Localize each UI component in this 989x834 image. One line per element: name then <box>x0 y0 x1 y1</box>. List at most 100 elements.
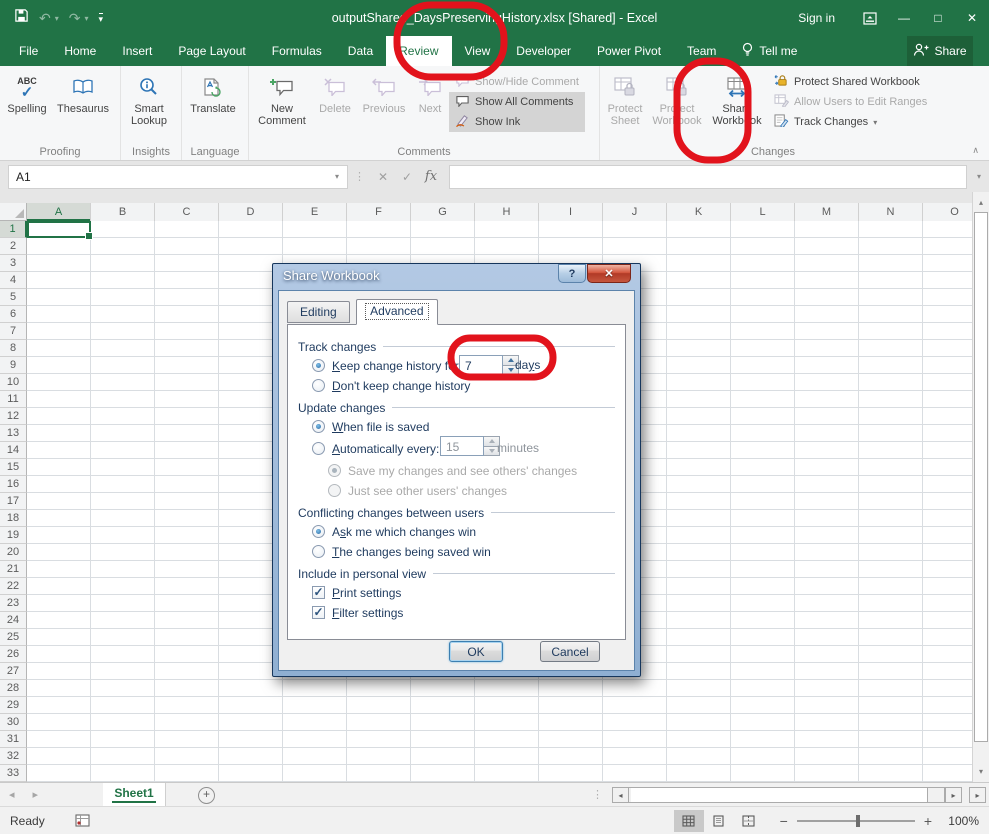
share-workbook-button[interactable]: Share Workbook <box>706 69 768 127</box>
tab-view[interactable]: View <box>452 36 504 66</box>
row-header-11[interactable]: 11 <box>0 391 27 408</box>
column-header-l[interactable]: L <box>731 203 795 221</box>
tab-file[interactable]: File <box>6 36 51 66</box>
radio-dont-keep-history[interactable]: Don't keep change history <box>312 377 615 394</box>
scroll-right-icon[interactable]: ▸ <box>945 787 962 803</box>
customize-qat-icon[interactable]: ▾ <box>99 13 104 23</box>
radio-icon-when[interactable] <box>312 420 325 433</box>
tab-data[interactable]: Data <box>335 36 386 66</box>
radio-icon-dont[interactable] <box>312 379 325 392</box>
enter-entry-icon[interactable]: ✓ <box>395 170 419 184</box>
radio-automatically-every[interactable]: Automatically every: 15 minutes <box>312 438 615 459</box>
zoom-out-icon[interactable]: − <box>780 813 788 829</box>
radio-icon-saved-win[interactable] <box>312 545 325 558</box>
sign-in-link[interactable]: Sign in <box>780 11 853 25</box>
macro-record-icon[interactable] <box>75 814 90 827</box>
ok-button[interactable]: OK <box>449 641 503 662</box>
tab-formulas[interactable]: Formulas <box>259 36 335 66</box>
row-header-29[interactable]: 29 <box>0 697 27 714</box>
row-header-22[interactable]: 22 <box>0 578 27 595</box>
page-break-preview-button[interactable] <box>734 810 764 832</box>
dialog-help-button[interactable]: ? <box>558 264 586 283</box>
protect-shared-workbook-button[interactable]: Protect Shared Workbook <box>768 72 938 92</box>
radio-icon-keep[interactable] <box>312 359 325 372</box>
checkbox-icon-print[interactable]: ✓ <box>312 586 325 599</box>
tab-power-pivot[interactable]: Power Pivot <box>584 36 674 66</box>
row-header-25[interactable]: 25 <box>0 629 27 646</box>
previous-sheet-icon[interactable]: ◂ <box>0 788 24 801</box>
redo-icon[interactable]: ↷ <box>69 10 81 27</box>
zoom-slider[interactable] <box>797 820 915 822</box>
tell-me-box[interactable]: Tell me <box>729 36 809 66</box>
page-layout-view-button[interactable] <box>704 810 734 832</box>
previous-comment-button[interactable]: Previous <box>357 69 411 115</box>
cancel-entry-icon[interactable]: ✕ <box>371 170 395 184</box>
row-header-8[interactable]: 8 <box>0 340 27 357</box>
save-icon[interactable] <box>14 8 29 28</box>
row-header-20[interactable]: 20 <box>0 544 27 561</box>
fill-handle[interactable] <box>85 232 93 240</box>
tab-review[interactable]: Review <box>386 36 451 66</box>
row-header-9[interactable]: 9 <box>0 357 27 374</box>
column-header-o[interactable]: O <box>923 203 972 221</box>
column-header-k[interactable]: K <box>667 203 731 221</box>
row-header-30[interactable]: 30 <box>0 714 27 731</box>
next-comment-button[interactable]: Next <box>411 69 449 115</box>
close-button[interactable]: ✕ <box>955 0 989 36</box>
checkbox-icon-filter[interactable]: ✓ <box>312 606 325 619</box>
column-header-d[interactable]: D <box>219 203 283 221</box>
column-header-e[interactable]: E <box>283 203 347 221</box>
next-sheet-icon[interactable]: ▸ <box>24 788 48 801</box>
row-header-3[interactable]: 3 <box>0 255 27 272</box>
horizontal-scroll-thumb[interactable] <box>631 788 928 802</box>
row-header-12[interactable]: 12 <box>0 408 27 425</box>
days-spinner[interactable]: 7 <box>459 355 519 375</box>
zoom-in-icon[interactable]: + <box>924 813 932 829</box>
checkbox-print-settings[interactable]: ✓ Print settings <box>312 584 615 601</box>
protect-workbook-button[interactable]: Protect Workbook <box>648 69 706 127</box>
dialog-close-button[interactable]: ✕ <box>587 264 631 283</box>
cancel-button[interactable]: Cancel <box>540 641 600 662</box>
share-button[interactable]: Share <box>907 36 973 66</box>
dialog-tab-advanced[interactable]: Advanced <box>356 299 437 325</box>
column-header-m[interactable]: M <box>795 203 859 221</box>
new-sheet-button[interactable]: + <box>198 787 215 804</box>
radio-keep-change-history[interactable]: Keep change history for: 7 days <box>312 357 615 374</box>
row-header-6[interactable]: 6 <box>0 306 27 323</box>
row-header-24[interactable]: 24 <box>0 612 27 629</box>
column-header-h[interactable]: H <box>475 203 539 221</box>
row-header-10[interactable]: 10 <box>0 374 27 391</box>
select-all-corner[interactable] <box>0 203 27 221</box>
scroll-right-edge-icon[interactable]: ▸ <box>969 787 986 803</box>
days-value[interactable]: 7 <box>459 355 503 375</box>
show-hide-comment-button[interactable]: Show/Hide Comment <box>449 72 585 92</box>
normal-view-button[interactable] <box>674 810 704 832</box>
redo-dropdown-icon[interactable]: ▾ <box>84 14 88 23</box>
radio-icon-ask[interactable] <box>312 525 325 538</box>
scroll-up-icon[interactable]: ▴ <box>973 194 989 211</box>
minimize-button[interactable]: — <box>887 0 921 36</box>
collapse-ribbon-icon[interactable]: ∧ <box>972 145 979 156</box>
checkbox-filter-settings[interactable]: ✓ Filter settings <box>312 604 615 621</box>
row-header-14[interactable]: 14 <box>0 442 27 459</box>
maximize-button[interactable]: □ <box>921 0 955 36</box>
column-header-g[interactable]: G <box>411 203 475 221</box>
zoom-level[interactable]: 100% <box>941 814 979 828</box>
allow-users-to-edit-ranges-button[interactable]: Allow Users to Edit Ranges <box>768 92 938 112</box>
column-header-i[interactable]: I <box>539 203 603 221</box>
undo-dropdown-icon[interactable]: ▾ <box>55 14 59 23</box>
insert-function-icon[interactable]: fx <box>419 169 443 184</box>
row-header-15[interactable]: 15 <box>0 459 27 476</box>
vertical-scrollbar[interactable]: ▴ ▾ <box>972 192 989 782</box>
row-header-18[interactable]: 18 <box>0 510 27 527</box>
row-header-31[interactable]: 31 <box>0 731 27 748</box>
spelling-button[interactable]: ABC✓ Spelling <box>2 69 52 115</box>
column-header-f[interactable]: F <box>347 203 411 221</box>
dialog-title[interactable]: Share Workbook <box>283 268 380 283</box>
horizontal-scrollbar[interactable]: ◂ ▸ <box>612 787 962 803</box>
row-header-13[interactable]: 13 <box>0 425 27 442</box>
show-all-comments-button[interactable]: Show All Comments <box>449 92 585 112</box>
row-header-21[interactable]: 21 <box>0 561 27 578</box>
column-header-n[interactable]: N <box>859 203 923 221</box>
tab-developer[interactable]: Developer <box>503 36 584 66</box>
